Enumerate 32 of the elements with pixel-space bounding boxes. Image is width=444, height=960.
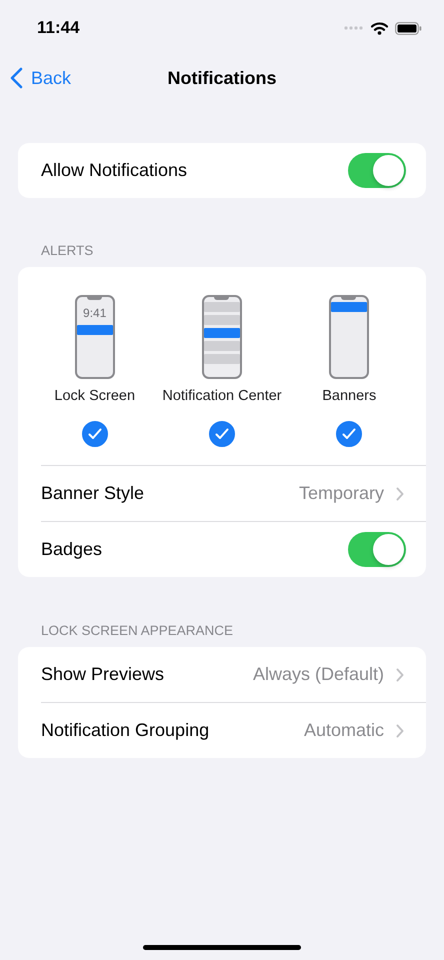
row-label: Notification Grouping bbox=[41, 720, 210, 741]
row-label: Badges bbox=[41, 539, 104, 560]
row-value[interactable]: Always (Default) bbox=[252, 664, 384, 685]
checkmark-button[interactable] bbox=[208, 421, 235, 447]
status-time: 11:44 bbox=[37, 18, 80, 38]
checkmark-button[interactable] bbox=[336, 421, 362, 447]
checkmark-icon bbox=[342, 428, 356, 440]
chevron-icon bbox=[396, 724, 404, 738]
option-label: Lock Screen bbox=[54, 388, 136, 404]
wifi-icon bbox=[371, 22, 388, 34]
checkmark-button[interactable] bbox=[82, 421, 108, 447]
option-label: Banners bbox=[322, 388, 376, 404]
checkmark-icon bbox=[214, 428, 229, 440]
row-value[interactable]: Automatic bbox=[304, 720, 384, 741]
toggle-switch[interactable] bbox=[348, 532, 406, 567]
back-button[interactable]: Back bbox=[0, 67, 72, 89]
back-chevron-icon bbox=[10, 67, 23, 89]
toggle-switch[interactable] bbox=[348, 153, 406, 188]
chevron-icon bbox=[396, 668, 404, 682]
row-label: Banner Style bbox=[41, 483, 146, 504]
signal-icon bbox=[344, 26, 364, 30]
row-label: Allow Notifications bbox=[41, 160, 188, 181]
row-label: Show Previews bbox=[41, 664, 166, 685]
checkmark-icon bbox=[88, 428, 102, 440]
section-header: ALERTS bbox=[41, 243, 94, 258]
section-header: LOCK SCREEN APPEARANCE bbox=[41, 623, 234, 638]
nav-title: Notifications bbox=[168, 68, 276, 88]
row-value[interactable]: Temporary bbox=[298, 483, 384, 504]
chevron-icon bbox=[396, 486, 404, 500]
phone-drawing: 9:41 bbox=[74, 295, 115, 379]
option-label: Notification Center bbox=[162, 388, 282, 404]
battery-icon bbox=[395, 22, 422, 34]
